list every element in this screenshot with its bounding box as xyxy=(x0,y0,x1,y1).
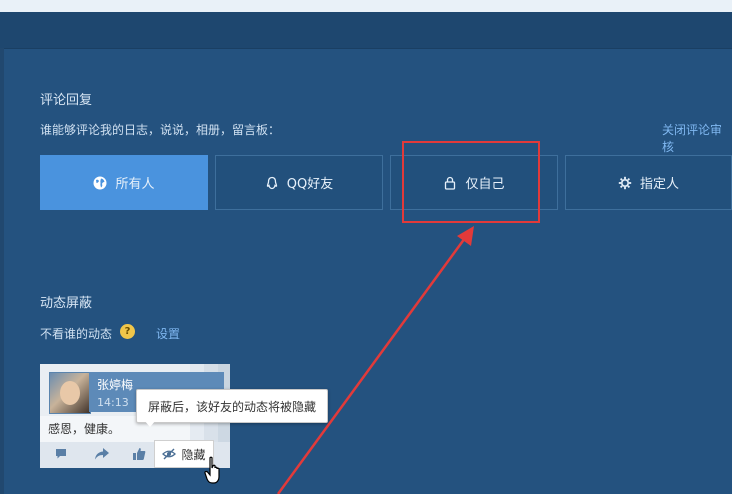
globe-icon xyxy=(93,176,107,190)
help-icon[interactable]: ? xyxy=(120,324,135,339)
left-edge xyxy=(0,48,4,494)
user-name: 张婷梅 xyxy=(97,378,134,392)
comment-reply-title: 评论回复 xyxy=(40,93,93,108)
browser-top-strip xyxy=(0,0,732,12)
hide-tooltip: 屏蔽后，该好友的动态将被隐藏 xyxy=(136,389,328,423)
gear-icon xyxy=(618,176,632,190)
option-label: 所有人 xyxy=(115,177,155,192)
feed-block-title: 动态屏蔽 xyxy=(40,296,93,311)
tooltip-tail xyxy=(144,420,156,427)
top-nav-bar xyxy=(0,12,732,49)
option-label: QQ好友 xyxy=(286,177,334,192)
hand-cursor-icon xyxy=(204,456,224,490)
qq-penguin-icon xyxy=(265,176,279,190)
option-label: 指定人 xyxy=(639,177,679,192)
post-time: 14:13 xyxy=(97,396,129,409)
like-icon[interactable] xyxy=(132,447,146,461)
share-icon[interactable] xyxy=(94,447,110,461)
comment-icon[interactable] xyxy=(54,447,68,461)
eye-slash-icon xyxy=(162,448,177,460)
option-qq-friends[interactable]: QQ好友 xyxy=(215,155,383,210)
post-content: 感恩，健康。 xyxy=(48,422,121,436)
option-specified-people[interactable]: 指定人 xyxy=(565,155,732,210)
avatar xyxy=(49,372,91,414)
feed-block-label: 不看谁的动态 xyxy=(40,327,113,341)
comment-permission-question: 谁能够评论我的日志，说说，相册，留言板： xyxy=(40,123,281,137)
close-comment-review-link[interactable]: 关闭评论审核 xyxy=(662,121,732,155)
highlight-box xyxy=(402,141,540,223)
feed-block-settings-link[interactable]: 设置 xyxy=(156,325,180,342)
hide-button-label: 隐藏 xyxy=(181,447,206,462)
option-everyone[interactable]: 所有人 xyxy=(40,155,208,210)
